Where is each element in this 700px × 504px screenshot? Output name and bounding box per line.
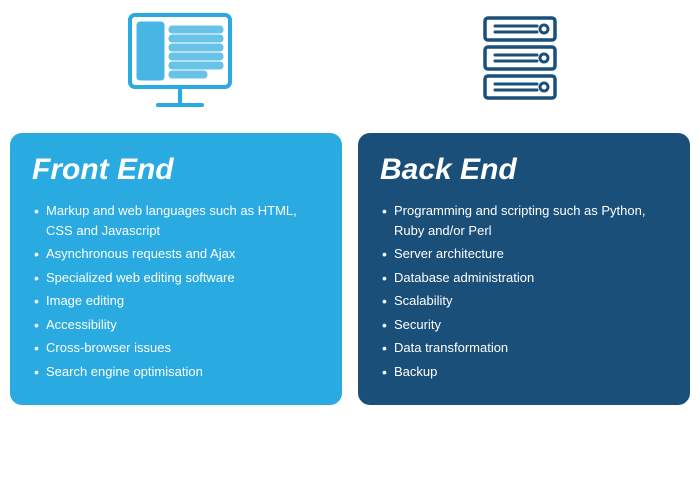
front-end-list: Markup and web languages such as HTML, C… bbox=[32, 201, 320, 381]
monitor-icon bbox=[120, 10, 240, 125]
list-item: Accessibility bbox=[32, 315, 320, 335]
list-item: Scalability bbox=[380, 291, 668, 311]
front-end-icon-wrapper bbox=[10, 10, 350, 125]
main-container: Front End Markup and web languages such … bbox=[10, 0, 690, 405]
back-end-icon-wrapper bbox=[350, 10, 690, 125]
list-item: Asynchronous requests and Ajax bbox=[32, 244, 320, 264]
list-item: Search engine optimisation bbox=[32, 362, 320, 382]
front-end-card: Front End Markup and web languages such … bbox=[10, 133, 342, 405]
list-item: Specialized web editing software bbox=[32, 268, 320, 288]
icons-row bbox=[10, 10, 690, 125]
back-end-title: Back End bbox=[380, 153, 668, 187]
server-icon bbox=[460, 10, 580, 125]
list-item: Programming and scripting such as Python… bbox=[380, 201, 668, 240]
front-end-title: Front End bbox=[32, 153, 320, 187]
list-item: Server architecture bbox=[380, 244, 668, 264]
list-item: Data transformation bbox=[380, 338, 668, 358]
list-item: Database administration bbox=[380, 268, 668, 288]
list-item: Markup and web languages such as HTML, C… bbox=[32, 201, 320, 240]
back-end-card: Back End Programming and scripting such … bbox=[358, 133, 690, 405]
list-item: Security bbox=[380, 315, 668, 335]
list-item: Cross-browser issues bbox=[32, 338, 320, 358]
list-item: Image editing bbox=[32, 291, 320, 311]
back-end-list: Programming and scripting such as Python… bbox=[380, 201, 668, 381]
list-item: Backup bbox=[380, 362, 668, 382]
cards-row: Front End Markup and web languages such … bbox=[10, 133, 690, 405]
